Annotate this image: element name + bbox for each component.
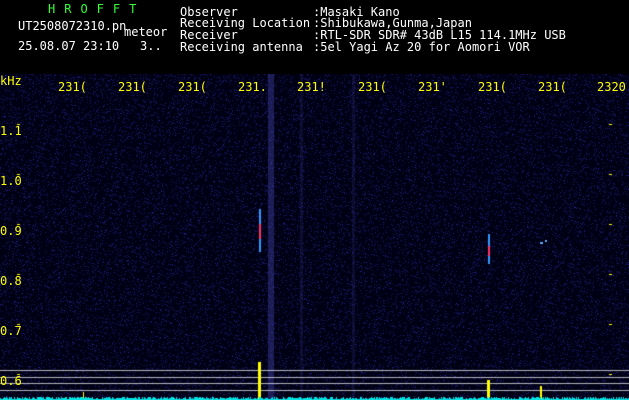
header-panel: HROFFT UT2508072310.pn meteor 25.08.07 2… — [0, 0, 629, 74]
x-tick-label: 231( — [358, 80, 387, 94]
datetime: 25.08.07 23:10 — [18, 39, 120, 53]
x-tick-label: 231' — [418, 80, 447, 94]
count: 3.. — [140, 39, 162, 53]
x-tick-label: 231( — [538, 80, 567, 94]
y-tick-label: 1.0 — [0, 174, 22, 188]
y-tick-label: 0.8 — [0, 274, 22, 288]
filename: UT2508072310.pn — [18, 19, 127, 33]
y-tick-label: 0.9 — [0, 224, 22, 238]
x-tick-label: 231( — [478, 80, 507, 94]
axis-unit: kHz — [0, 74, 22, 88]
x-tick-label: 231( — [118, 80, 147, 94]
x-tick-label: 2320 — [597, 80, 626, 94]
x-tick-label: 231( — [178, 80, 207, 94]
spectrogram — [0, 74, 629, 400]
x-tick-label: 231( — [58, 80, 87, 94]
antenna-value: :5el Yagi Az 20 for Aomori VOR — [313, 40, 530, 54]
y-tick-label: 0.7 — [0, 324, 22, 338]
x-tick-label: 231. — [238, 80, 267, 94]
y-tick-label: 0.6 — [0, 374, 22, 388]
tag-label: meteor — [124, 25, 168, 39]
antenna-label: Receiving antenna — [180, 40, 303, 54]
x-tick-label: 231! — [297, 80, 326, 94]
y-tick-label: 1.1 — [0, 124, 22, 138]
station-name: HROFFT — [48, 2, 146, 16]
